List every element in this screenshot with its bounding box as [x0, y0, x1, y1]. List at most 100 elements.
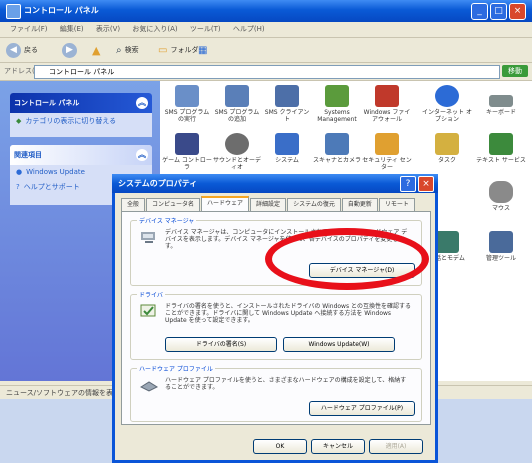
cp-item-sms-client[interactable]: SMS クライアント — [262, 85, 312, 123]
sms-client-icon — [275, 85, 299, 107]
back-arrow-icon: ◀ — [6, 42, 21, 58]
address-input[interactable]: コントロール パネル — [34, 65, 500, 79]
group-title: デバイス マネージャ — [137, 216, 197, 225]
back-label: 戻る — [24, 46, 38, 54]
link-label: ヘルプとサポート — [23, 183, 80, 191]
dialog-tabs: 全般 コンピュータ名 ハードウェア 詳細設定 システムの復元 自動更新 リモート — [121, 196, 416, 211]
address-bar: アドレス(D) コントロール パネル 移動 — [0, 63, 532, 81]
cp-item-mouse[interactable]: マウス — [476, 181, 526, 212]
cp-item-firewall[interactable]: Windows ファイアウォール — [362, 85, 412, 123]
phone-icon — [435, 231, 459, 253]
system-properties-dialog: システムのプロパティ ? × 全般 コンピュータ名 ハードウェア 詳細設定 シス… — [112, 174, 438, 463]
address-value: コントロール パネル — [49, 68, 115, 76]
cp-item-game-controllers[interactable]: ゲーム コントローラ — [162, 133, 212, 171]
group-title: ドライバ — [137, 290, 165, 299]
ok-button[interactable]: OK — [253, 439, 307, 454]
item-label: SMS プログラムの追加 — [214, 109, 260, 123]
item-label: 管理ツール — [485, 255, 516, 262]
toolbar: ◀ 戻る ▶ ▲ ⌕ 検索 ▭ フォルダ ▦ — [0, 38, 532, 63]
highlight-ellipse — [265, 228, 429, 290]
cp-item-keyboard[interactable]: キーボード — [476, 85, 526, 116]
menu-file[interactable]: ファイル(F) — [10, 25, 48, 33]
hardware-profiles-button[interactable]: ハードウェア プロファイル(P) — [309, 401, 415, 416]
collapse-icon[interactable]: ︽ — [136, 97, 148, 109]
tab-advanced[interactable]: 詳細設定 — [250, 198, 287, 211]
tab-remote[interactable]: リモート — [378, 198, 415, 211]
dialog-title: システムのプロパティ — [118, 179, 198, 188]
folders-button[interactable]: ▭ フォルダ — [158, 42, 198, 58]
item-label: Systems Management — [317, 109, 357, 123]
cp-item-sound[interactable]: サウンドとオーディオ — [212, 133, 262, 171]
item-label: タスク — [437, 157, 456, 164]
go-button[interactable]: 移動 — [502, 65, 528, 77]
item-label: SMS プログラムの実行 — [164, 109, 210, 123]
cp-item-system[interactable]: システム — [262, 133, 312, 164]
tab-automatic-updates[interactable]: 自動更新 — [341, 198, 378, 211]
back-button[interactable]: ◀ 戻る — [6, 42, 38, 58]
cp-item-internet-options[interactable]: インターネット オプション — [422, 85, 472, 123]
item-label: システム — [275, 157, 299, 164]
speaker-icon — [225, 133, 249, 155]
menu-help[interactable]: ヘルプ(H) — [233, 25, 265, 33]
group-title: ハードウェア プロファイル — [137, 364, 215, 373]
minimize-button[interactable]: _ — [471, 3, 488, 20]
sms-icon — [175, 85, 199, 107]
cp-item-sms-add[interactable]: SMS プログラムの追加 — [212, 85, 262, 123]
driver-icon — [140, 304, 156, 317]
hardware-profile-icon — [139, 381, 159, 392]
cp-item-admin-tools[interactable]: 管理ツール — [476, 231, 526, 262]
globe-icon — [435, 85, 459, 107]
item-label: サウンドとオーディオ — [212, 157, 261, 171]
search-icon: ⌕ — [116, 44, 122, 56]
item-label: スキャナとカメラ — [312, 157, 361, 164]
cp-item-text-services[interactable]: テキスト サービス — [476, 133, 526, 164]
tab-system-restore[interactable]: システムの復元 — [287, 198, 341, 211]
menu-bar: ファイル(F) 編集(E) 表示(V) お気に入り(A) ツール(T) ヘルプ(… — [0, 22, 532, 38]
forward-button[interactable]: ▶ — [62, 42, 77, 58]
panel-header[interactable]: 関連項目 ︽ — [10, 145, 152, 165]
cancel-button[interactable]: キャンセル — [311, 439, 365, 454]
help-button[interactable]: ? — [400, 176, 416, 192]
apply-button[interactable]: 適用(A) — [369, 439, 423, 454]
menu-tools[interactable]: ツール(T) — [190, 25, 221, 33]
search-button[interactable]: ⌕ 検索 — [116, 42, 139, 58]
views-button[interactable]: ▦ — [198, 42, 207, 58]
dialog-close-button[interactable]: × — [418, 176, 434, 192]
switch-category-view-link[interactable]: ◆ カテゴリの表示に切り替える — [10, 113, 152, 129]
item-label: SMS クライアント — [264, 109, 310, 123]
folder-icon: ▭ — [158, 44, 168, 56]
panel-header[interactable]: コントロール パネル ︽ — [10, 93, 152, 113]
driver-signing-button[interactable]: ドライバの署名(S) — [165, 337, 277, 352]
collapse-icon[interactable]: ︽ — [136, 149, 148, 161]
system-icon — [275, 133, 299, 155]
menu-favorites[interactable]: お気に入り(A) — [132, 25, 177, 33]
tab-hardware[interactable]: ハードウェア — [201, 196, 250, 211]
cp-item-scanners[interactable]: スキャナとカメラ — [312, 133, 362, 164]
menu-view[interactable]: 表示(V) — [96, 25, 120, 33]
up-folder-button[interactable]: ▲ — [92, 42, 100, 58]
sms-icon — [225, 85, 249, 107]
tab-computer-name[interactable]: コンピュータ名 — [146, 198, 201, 211]
shield-icon — [375, 133, 399, 155]
maximize-button[interactable]: □ — [490, 3, 507, 20]
windows-update-icon: ● — [16, 168, 23, 176]
cp-item-security-center[interactable]: セキュリティ センター — [362, 133, 412, 171]
keyboard-icon — [489, 95, 513, 107]
cp-item-tasks[interactable]: タスク — [422, 133, 472, 164]
panel-title: コントロール パネル — [14, 99, 80, 107]
tab-general[interactable]: 全般 — [121, 198, 146, 211]
firewall-icon — [375, 85, 399, 107]
forward-arrow-icon: ▶ — [62, 42, 77, 58]
title-bar[interactable]: コントロール パネル _ □ × — [0, 0, 532, 22]
close-button[interactable]: × — [509, 3, 526, 20]
menu-edit[interactable]: 編集(E) — [60, 25, 84, 33]
panel-title: 関連項目 — [14, 151, 42, 159]
scanner-icon — [325, 133, 349, 155]
cp-item-systems-management[interactable]: Systems Management — [312, 85, 362, 123]
mouse-icon — [489, 181, 513, 203]
device-manager-icon — [141, 232, 155, 243]
dialog-title-bar[interactable]: システムのプロパティ ? × — [112, 174, 438, 193]
windows-update-button[interactable]: Windows Update(W) — [283, 337, 395, 352]
cp-item-sms-run[interactable]: SMS プログラムの実行 — [162, 85, 212, 123]
text-services-icon — [489, 133, 513, 155]
